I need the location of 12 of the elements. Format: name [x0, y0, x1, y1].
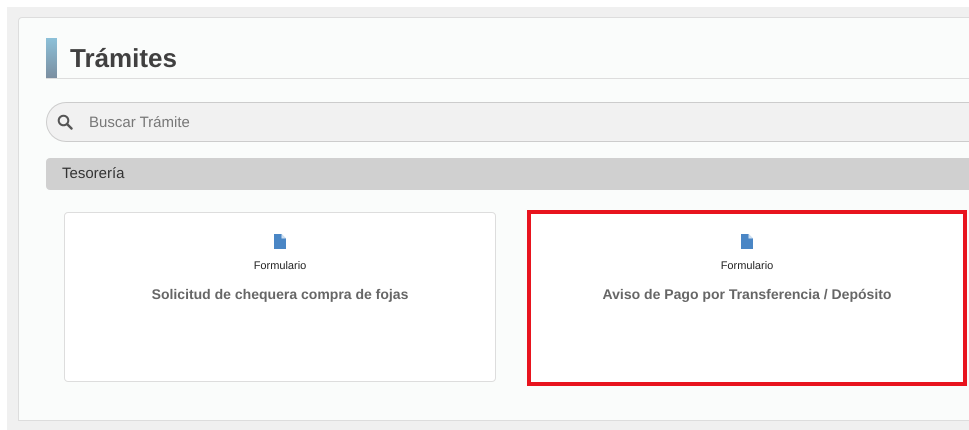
document-icon [274, 234, 286, 249]
card-type: Formulario [720, 260, 774, 272]
page-title: Trámites [70, 42, 177, 75]
card-type: Formulario [254, 260, 306, 272]
search-field[interactable]: Buscar Trámite [46, 102, 969, 142]
category-header[interactable]: Tesorería [46, 158, 969, 190]
card-title: Aviso de Pago por Transferencia / Depósito [602, 286, 892, 302]
form-card[interactable]: Formulario Solicitud de chequera compra de fojas [64, 212, 496, 382]
card-title: Solicitud de chequera compra de fojas [152, 286, 408, 302]
accent-bar [46, 38, 57, 78]
document-icon [741, 234, 753, 249]
form-card[interactable]: Formulario Aviso de Pago por Transferencia / Depósito [527, 210, 967, 386]
